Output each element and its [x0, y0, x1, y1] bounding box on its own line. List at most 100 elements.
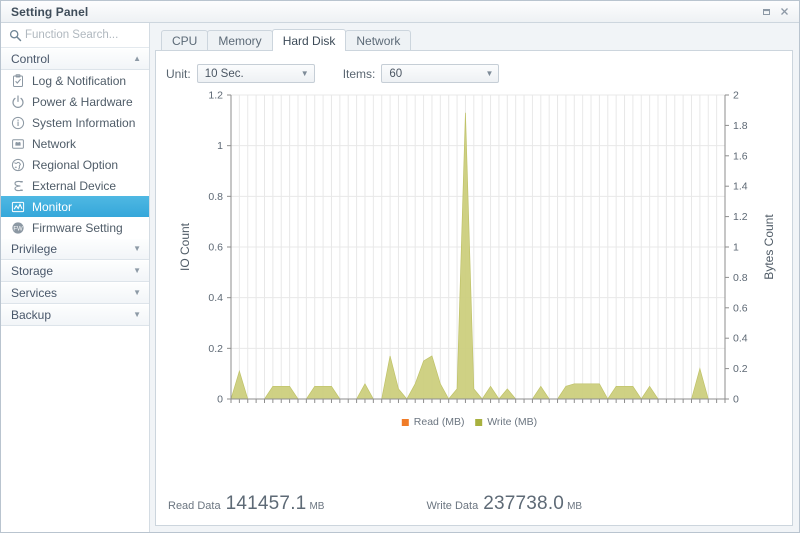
tab-panel-hard-disk: Unit: 10 Sec. ▼ Items: 60 ▼ 0 0.2 0.4 0.6 0.… [155, 51, 793, 526]
items-select[interactable]: 60 ▼ [381, 64, 500, 83]
svg-text:0.2: 0.2 [208, 343, 223, 355]
tab-memory[interactable]: Memory [207, 30, 273, 50]
close-button[interactable] [775, 3, 793, 21]
window-title: Setting Panel [11, 4, 89, 19]
svg-text:1: 1 [217, 140, 223, 152]
content-pane: CPU Memory Hard Disk Network Unit: 10 Se… [150, 23, 799, 532]
clipboard-check-icon [9, 73, 26, 89]
svg-text:1.8: 1.8 [733, 120, 748, 132]
write-data-label: Write Data [426, 500, 479, 512]
restore-button[interactable] [757, 3, 775, 21]
sidebar-group-backup-label: Backup [11, 308, 52, 322]
legend-swatch [401, 419, 409, 426]
sidebar-group-storage[interactable]: Storage ▼ [1, 260, 149, 282]
sidebar-item-label: Firmware Setting [32, 220, 123, 235]
sidebar-group-backup[interactable]: Backup ▼ [1, 304, 149, 326]
sidebar-item-label: System Information [32, 115, 136, 130]
sidebar-group-storage-label: Storage [11, 264, 54, 278]
svg-text:0.4: 0.4 [733, 333, 748, 345]
usb-icon [9, 178, 26, 194]
chevron-up-icon: ▲ [133, 54, 141, 63]
chevron-down-icon: ▼ [485, 69, 494, 78]
write-data-unit: MB [567, 501, 583, 512]
tab-network[interactable]: Network [345, 30, 412, 50]
sidebar-group-services-label: Services [11, 286, 58, 300]
sidebar-group-privilege-label: Privilege [11, 242, 58, 256]
firmware-icon: FW [9, 220, 26, 236]
items-label: Items: [342, 66, 376, 81]
y-axis-title: IO Count [178, 222, 192, 271]
power-icon [9, 94, 26, 110]
network-card-icon [9, 136, 26, 152]
sidebar-item-label: Monitor [32, 199, 73, 214]
sidebar-item-external-device[interactable]: External Device [1, 175, 149, 196]
hard-disk-chart: 0 0.2 0.4 0.6 0.8 1 1.2 0 0.2 0.4 0.6 0.8 1 1.2 1.4 1.6… [156, 89, 792, 449]
sidebar-item-label: Log & Notification [32, 73, 127, 88]
svg-text:0: 0 [217, 394, 223, 406]
sidebar-group-control[interactable]: Control ▲ [1, 48, 149, 70]
sidebar-item-monitor[interactable]: Monitor [1, 196, 149, 217]
svg-text:0.4: 0.4 [208, 292, 223, 304]
chevron-down-icon: ▼ [133, 266, 141, 275]
sidebar-group-privilege[interactable]: Privilege ▼ [1, 238, 149, 260]
chart-stats: Read Data 141457.1 MB Write Data 237738.… [156, 493, 792, 515]
svg-text:1.2: 1.2 [733, 211, 748, 223]
chart-svg: 0 0.2 0.4 0.6 0.8 1 1.2 0 0.2 0.4 0.6 0.8 1 1.2 1.4 1.6… [178, 90, 776, 429]
search-row[interactable] [1, 23, 149, 48]
unit-select-value: 10 Sec. [204, 67, 244, 80]
sidebar-item-label: Regional Option [32, 157, 119, 172]
series-area [230, 112, 725, 400]
sidebar-item-regional-option[interactable]: Regional Option [1, 154, 149, 175]
svg-text:0.6: 0.6 [208, 242, 223, 254]
svg-text:0.8: 0.8 [208, 191, 223, 203]
svg-text:FW: FW [13, 226, 23, 232]
sidebar-group-control-label: Control [11, 52, 50, 66]
sidebar-item-system-information[interactable]: System Information [1, 112, 149, 133]
sidebar: Control ▲ Log & Notification [1, 23, 150, 532]
info-circle-icon [9, 115, 26, 131]
setting-panel-window: Setting Panel Function Search... Control… [0, 0, 800, 533]
sidebar-item-power-hardware[interactable]: Power & Hardware [1, 91, 149, 112]
read-data-value: 141457.1 [225, 493, 307, 514]
svg-text:0.2: 0.2 [733, 363, 748, 375]
svg-text:1.6: 1.6 [733, 150, 748, 162]
items-select-value: 60 [389, 67, 403, 80]
unit-label: Unit: [166, 66, 191, 81]
sidebar-item-network[interactable]: Network [1, 133, 149, 154]
search-input[interactable] [25, 29, 137, 41]
window-body: Control ▲ Log & Notification [1, 23, 799, 532]
svg-text:1.4: 1.4 [733, 181, 748, 193]
y2-axis-title: Bytes Count [762, 214, 776, 280]
sidebar-item-log-notification[interactable]: Log & Notification [1, 70, 149, 91]
chart-monitor-icon [9, 199, 26, 215]
legend-swatch [475, 419, 483, 426]
globe-icon [9, 157, 26, 173]
svg-text:0: 0 [733, 394, 739, 406]
svg-text:2: 2 [733, 90, 739, 102]
tab-label: Memory [218, 33, 262, 48]
sidebar-group-services[interactable]: Services ▼ [1, 282, 149, 304]
chevron-down-icon: ▼ [300, 69, 309, 78]
chevron-down-icon: ▼ [133, 310, 141, 319]
window-titlebar: Setting Panel [1, 1, 799, 23]
tab-strip: CPU Memory Hard Disk Network [155, 29, 793, 51]
svg-text:1.2: 1.2 [208, 90, 223, 102]
sidebar-item-label: Power & Hardware [32, 94, 133, 109]
legend-label: Write (MB) [487, 416, 537, 428]
tab-label: CPU [172, 33, 198, 48]
sidebar-item-firmware-setting[interactable]: FW Firmware Setting [1, 217, 149, 238]
tab-label: Hard Disk [282, 33, 336, 48]
sidebar-item-label: Network [32, 136, 77, 151]
sidebar-item-label: External Device [32, 178, 117, 193]
svg-text:0.8: 0.8 [733, 272, 748, 284]
unit-select[interactable]: 10 Sec. ▼ [196, 64, 315, 83]
tab-cpu[interactable]: CPU [161, 30, 209, 50]
tab-label: Network [356, 33, 401, 48]
chart-toolbar: Unit: 10 Sec. ▼ Items: 60 ▼ [156, 51, 792, 83]
svg-text:1: 1 [733, 242, 739, 254]
tab-hard-disk[interactable]: Hard Disk [271, 29, 347, 51]
read-data-unit: MB [309, 501, 325, 512]
write-data-value: 237738.0 [483, 493, 565, 514]
read-data-stat: Read Data 141457.1 MB [168, 493, 324, 515]
read-data-label: Read Data [168, 500, 221, 512]
